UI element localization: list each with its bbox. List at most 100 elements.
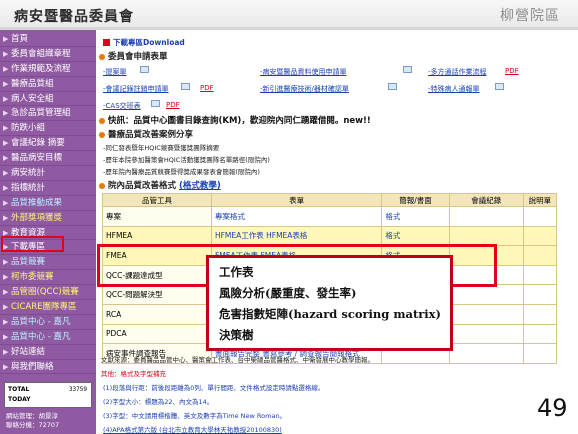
doc-icon[interactable] xyxy=(388,83,397,90)
link-new-tech[interactable]: -新引進醫療技術/器材確認單 xyxy=(260,84,349,94)
sidebar-item-15[interactable]: ▶ 品質競賽 xyxy=(0,255,96,271)
link-multiparty-flow[interactable]: -多方通話作業流程 xyxy=(428,67,487,77)
minutes-cell xyxy=(448,206,524,227)
section-formats: 院內品質改善格式 (格式教學) xyxy=(99,179,221,191)
arrow-right-icon: ▶ xyxy=(3,288,9,297)
minutes-cell xyxy=(448,323,524,345)
share-link-1[interactable]: -同仁發表暨年HQIC競賽暨獲獎團隊摘要 xyxy=(103,142,219,152)
sidebar-item-label: 與我們聯絡 xyxy=(11,361,54,372)
sidebar-item-20[interactable]: ▶ 品質中心 - 嘉凡 xyxy=(0,330,96,345)
sidebar-item-2[interactable]: ▶ 作業規範及流程 xyxy=(0,62,96,77)
callout-line-4: 決策樹 xyxy=(219,328,254,342)
sidebar-item-9[interactable]: ▶ 病安統計 xyxy=(0,166,96,181)
admin-name: 網站管理：胡景淳 xyxy=(6,412,58,420)
download-title: 下載專區Download xyxy=(103,37,185,48)
tool-cell: HFMEA xyxy=(102,225,212,247)
link-multiparty-pdf[interactable]: PDF xyxy=(505,67,519,75)
format-tutorial-link[interactable]: (格式教學) xyxy=(179,181,221,191)
main-content: 下載專區Download 委員會申請表單 -提案單 -病安暨醫品資料使用申請單 … xyxy=(97,30,578,434)
sidebar-item-label: 品質中心 - 嘉凡 xyxy=(11,331,71,342)
arrow-right-icon: ▶ xyxy=(3,213,9,222)
red-square-icon xyxy=(103,39,110,46)
sidebar-item-12[interactable]: ▶ 外部獎項獲獎 xyxy=(0,211,96,226)
sidebar-item-0[interactable]: ▶ 首頁 xyxy=(0,32,96,47)
share-link-3[interactable]: -歷年院內醫療品質競賽暨得獎成果發表會簡報(限院內) xyxy=(103,166,260,176)
sidebar-item-21[interactable]: ▶ 好站連結 xyxy=(0,345,96,360)
counter-today-label: TODAY xyxy=(8,396,31,403)
arrow-right-icon: ▶ xyxy=(3,64,9,73)
th-report: 簡報/書面 xyxy=(381,193,450,207)
link-cas-handover[interactable]: -CAS交班表 xyxy=(103,101,141,111)
doc-icon[interactable] xyxy=(140,66,149,73)
sidebar-item-label: 首頁 xyxy=(11,34,29,44)
link-proposal[interactable]: -提案單 xyxy=(103,67,127,77)
explain-cell xyxy=(522,343,558,364)
arrow-right-icon: ▶ xyxy=(3,124,9,133)
section-quality-cases: 醫療品質改善案例分享 xyxy=(99,128,193,140)
sidebar-item-4[interactable]: ▶ 病人安全組 xyxy=(0,92,96,107)
link-special-patient[interactable]: -特殊病人通報單 xyxy=(428,84,480,94)
sidebar-item-5[interactable]: ▶ 急診品質管理組 xyxy=(0,106,96,122)
minutes-cell xyxy=(448,303,524,325)
bullet-icon xyxy=(99,132,105,138)
sidebar-item-3[interactable]: ▶ 醫療品質組 xyxy=(0,77,96,92)
sidebar-item-19[interactable]: ▶ 品質中心 - 嘉凡 xyxy=(0,315,96,330)
arrow-right-icon: ▶ xyxy=(3,169,9,178)
sidebar-item-8[interactable]: ▶ 醫品病安目標 xyxy=(0,151,96,167)
arrow-right-icon: ▶ xyxy=(3,273,9,282)
explain-cell xyxy=(522,284,558,305)
form-cell[interactable]: 專案格式 xyxy=(210,206,383,227)
doc-icon[interactable] xyxy=(403,66,412,73)
sidebar-item-16[interactable]: ▶ 柯市委競賽 xyxy=(0,270,96,286)
sidebar-item-10[interactable]: ▶ 指標統計 xyxy=(0,181,96,196)
arrow-right-icon: ▶ xyxy=(3,109,9,118)
link-cas-pdf[interactable]: PDF xyxy=(166,101,180,109)
note-apa-link[interactable]: (4)APA格式第六版 (台北市立教育大學林天祐教授20100830) xyxy=(103,424,282,434)
explain-cell xyxy=(522,206,558,227)
link-minutes-pdf[interactable]: PDF xyxy=(200,84,214,92)
share-link-2[interactable]: -歷年本院參加醫策會HQIC活動獲獎團隊名單路徑(限院內) xyxy=(103,154,270,164)
sidebar-item-18[interactable]: ▶ CICARE團隊專區 xyxy=(0,300,96,315)
arrow-right-icon: ▶ xyxy=(3,183,9,192)
sidebar-item-17[interactable]: ▶ 品管圈(QCC)競賽 xyxy=(0,285,96,301)
doc-icon[interactable] xyxy=(181,83,190,90)
sidebar-item-label: 品質推動成果 xyxy=(11,197,63,208)
link-minutes-cancel[interactable]: -會議記錄註銷申請單 xyxy=(103,84,169,94)
sidebar-item-label: 好站連結 xyxy=(11,346,46,357)
th-minutes: 會議紀錄 xyxy=(448,193,524,207)
sidebar-item-label: 急診品質管理組 xyxy=(11,108,71,119)
form-cell[interactable]: HFMEA工作表 HFMEA表格 xyxy=(210,225,383,247)
doc-icon[interactable] xyxy=(495,83,504,90)
note-other: 其他：格式及字型補充 xyxy=(101,370,166,378)
tool-cell: 專案 xyxy=(102,206,212,227)
th-tool: 品管工具 xyxy=(102,193,212,207)
section-formats-title: 院內品質改善格式 xyxy=(108,181,177,191)
site-header: 病安暨醫品委員會 柳營院區 xyxy=(0,0,578,30)
arrow-right-icon: ▶ xyxy=(3,79,9,88)
doc-icon[interactable] xyxy=(151,100,160,107)
sidebar-item-label: 病安統計 xyxy=(11,168,46,179)
admin-info: 網站管理：胡景淳 聯絡分機：72707 xyxy=(6,412,92,430)
callout-line-3: 危害指數矩陣(hazard scoring matrix) xyxy=(219,307,441,321)
sidebar-item-label: 指標統計 xyxy=(11,182,46,193)
bullet-icon xyxy=(99,54,105,60)
report-cell[interactable]: 格式 xyxy=(381,225,450,247)
minutes-cell xyxy=(448,343,524,364)
admin-ext: 聯絡分機：72707 xyxy=(6,421,60,429)
section-apply-forms: 委員會申請表單 xyxy=(99,50,168,62)
sidebar-nav: ▶ 首頁 ▶ 委員會組織章程 ▶ 作業規範及流程 ▶ 醫療品質組 ▶ 病人安全組 ▶ 急診品質管理組 ▶… xyxy=(0,30,96,434)
sidebar-item-6[interactable]: ▶ 防跌小組 xyxy=(0,121,96,137)
explain-cell xyxy=(522,245,558,266)
note-source: 文獻來源：委員醫品品管中心、醫策會工作表、台中榮總品管醫格式、中衛發展中心教學簡… xyxy=(101,356,374,364)
nav-list: ▶ 首頁 ▶ 委員會組織章程 ▶ 作業規範及流程 ▶ 醫療品質組 ▶ 病人安全組 ▶ 急診品質管理組 ▶… xyxy=(0,32,96,375)
link-data-use[interactable]: -病安暨醫品資料使用申請單 xyxy=(260,67,347,77)
bullet-icon xyxy=(99,118,105,124)
th-explain: 說明單 xyxy=(522,193,558,207)
news-flash[interactable]: 快訊：品質中心圖書目錄查詢(KM)，歡迎院內同仁踴躍借閱。new!! xyxy=(99,114,371,126)
report-cell[interactable]: 格式 xyxy=(381,206,450,227)
sidebar-item-1[interactable]: ▶ 委員會組織章程 xyxy=(0,47,96,62)
sidebar-item-22[interactable]: ▶ 與我們聯絡 xyxy=(0,360,96,375)
sidebar-item-7[interactable]: ▶ 會議紀錄 摘要 xyxy=(0,136,96,152)
th-form: 表單 xyxy=(210,193,383,207)
sidebar-item-11[interactable]: ▶ 品質推動成果 xyxy=(0,196,96,211)
